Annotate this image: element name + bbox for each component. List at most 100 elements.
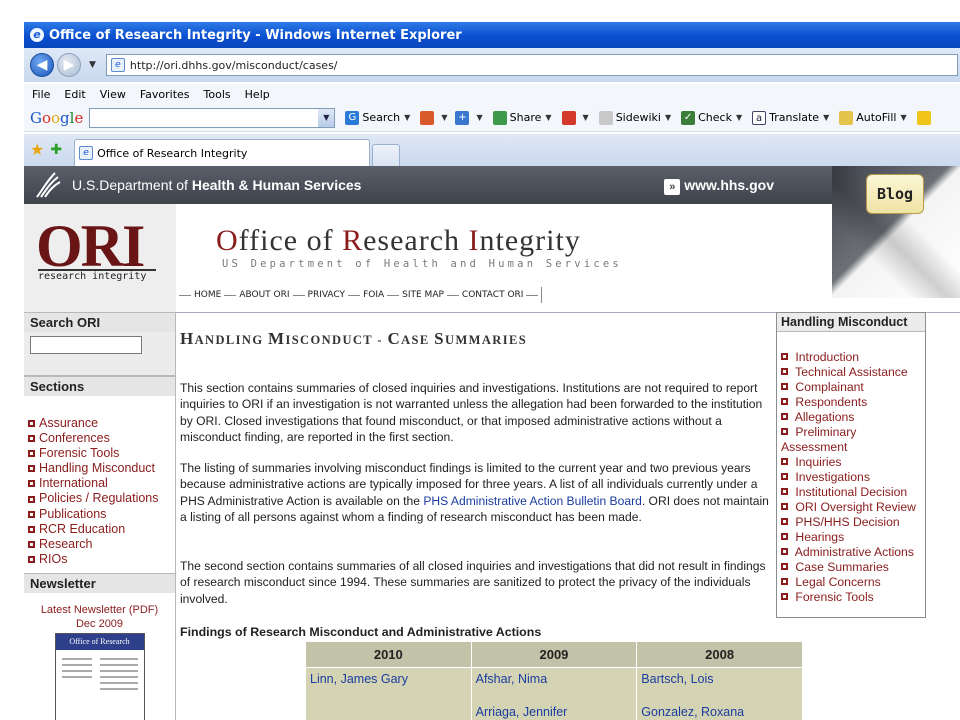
recent-pages-dropdown-icon[interactable]: ▼: [89, 60, 96, 70]
ori-logo-subtitle: research integrity: [38, 271, 147, 282]
site-title: Office of Research Integrity: [216, 224, 581, 257]
rlink-ori-oversight-review[interactable]: ORI Oversight Review: [781, 500, 925, 515]
sections-heading: Sections: [24, 376, 175, 396]
back-button[interactable]: ◀: [30, 53, 54, 77]
section-link-forensic-tools[interactable]: Forensic Tools: [28, 446, 175, 461]
menu-favorites[interactable]: Favorites: [140, 88, 190, 101]
handling-misconduct-heading: Handling Misconduct: [777, 313, 925, 332]
rlink-preliminary-assessment[interactable]: Preliminary Assessment: [781, 425, 925, 455]
url-field[interactable]: e http://ori.dhhs.gov/misconduct/cases/: [105, 54, 958, 76]
case-link[interactable]: Bartsch, Lois: [641, 671, 798, 687]
menu-view[interactable]: View: [100, 88, 126, 101]
nav-home[interactable]: HOME: [194, 290, 221, 300]
bullet-icon: [781, 428, 788, 436]
rlink-introduction[interactable]: Introduction: [781, 350, 925, 365]
section-link-conferences[interactable]: Conferences: [28, 431, 175, 446]
phs-bulletin-link[interactable]: PHS Administrative Action Bulletin Board: [423, 494, 641, 508]
ori-logo[interactable]: ORI: [36, 216, 145, 276]
bullet-icon: [781, 353, 788, 361]
new-tab-button[interactable]: [372, 144, 401, 166]
menu-help[interactable]: Help: [245, 88, 270, 101]
nav-about-ori[interactable]: ABOUT ORI: [239, 290, 289, 300]
favorites-star-icon[interactable]: ★: [30, 140, 44, 159]
rlink-forensic-tools[interactable]: Forensic Tools: [781, 590, 925, 605]
web-page: U.S.Department of Health & Human Service…: [24, 166, 960, 720]
forward-button[interactable]: ▶: [57, 53, 81, 77]
rlink-legal-concerns[interactable]: Legal Concerns: [781, 575, 925, 590]
google-search-button[interactable]: G Search ▼: [345, 110, 410, 125]
tab-office-of-research-integrity[interactable]: e Office of Research Integrity: [74, 139, 371, 166]
sidewiki-button[interactable]: Sidewiki ▼: [598, 110, 671, 125]
section-link-publications[interactable]: Publications: [28, 507, 175, 522]
noticeboard-button[interactable]: ▼: [561, 110, 589, 125]
ori-search-input[interactable]: [30, 336, 142, 354]
section-link-assurance[interactable]: Assurance: [28, 416, 175, 431]
rlink-hearings[interactable]: Hearings: [781, 530, 925, 545]
section-link-international[interactable]: International: [28, 476, 175, 491]
rlink-inquiries[interactable]: Inquiries: [781, 455, 925, 470]
toolbar-more-buttons[interactable]: ▼ + ▼: [420, 110, 483, 125]
section-link-rios[interactable]: RIOs: [28, 552, 175, 567]
bullet-icon: [781, 578, 788, 586]
nav-privacy[interactable]: PRIVACY: [308, 290, 346, 300]
rlink-complainant[interactable]: Complainant: [781, 380, 925, 395]
nav-site-map[interactable]: SITE MAP: [402, 290, 444, 300]
sections-list: Assurance Conferences Forensic Tools Han…: [24, 396, 175, 573]
highlight-button[interactable]: [916, 110, 934, 125]
block-icon: [561, 110, 576, 125]
bullet-icon: [28, 525, 35, 533]
menu-tools[interactable]: Tools: [204, 88, 231, 101]
google-search-input[interactable]: ▼: [89, 107, 336, 128]
nav-contact-ori[interactable]: CONTACT ORI: [462, 290, 524, 300]
left-sidebar: Search ORI Sections Assurance Conference…: [24, 312, 176, 720]
case-link[interactable]: Arriaga, Jennifer: [476, 704, 633, 720]
rlink-respondents[interactable]: Respondents: [781, 395, 925, 410]
spellcheck-button[interactable]: ✓ Check ▼: [681, 110, 742, 125]
rlink-institutional-decision[interactable]: Institutional Decision: [781, 485, 925, 500]
column-header-2008: 2008: [636, 641, 803, 668]
top-navigation: HOME ABOUT ORI PRIVACY FOIA SITE MAP CON…: [176, 287, 543, 303]
intro-paragraph-1: This section contains summaries of close…: [180, 381, 763, 444]
tab-bar: ★ ✚ e Office of Research Integrity: [24, 134, 960, 166]
bullet-icon: [781, 533, 788, 541]
section-link-policies[interactable]: Policies / Regulations: [28, 491, 175, 506]
case-link[interactable]: Afshar, Nima: [476, 671, 633, 687]
hhs-banner: U.S.Department of Health & Human Service…: [24, 166, 832, 204]
section-link-handling-misconduct[interactable]: Handling Misconduct: [28, 461, 175, 476]
share-button[interactable]: Share ▼: [492, 110, 552, 125]
blog-button[interactable]: Blog: [866, 174, 924, 214]
rlink-investigations[interactable]: Investigations: [781, 470, 925, 485]
newsletter-thumbnail[interactable]: Office of Research Integrity: [54, 632, 145, 720]
search-icon: G: [345, 110, 360, 125]
rlink-technical-assistance[interactable]: Technical Assistance: [781, 365, 925, 380]
chevron-down-icon[interactable]: ▼: [318, 108, 335, 127]
rlink-administrative-actions[interactable]: Administrative Actions: [781, 545, 925, 560]
main-content: HANDLING MISCONDUCT - CASE SUMMARIES Thi…: [180, 312, 803, 720]
window-titlebar: e Office of Research Integrity - Windows…: [24, 22, 960, 48]
hhs-link[interactable]: » www.hhs.gov: [664, 177, 774, 195]
case-summaries-table: 2010 2009 2008 Linn, James Gary Afshar, …: [305, 641, 803, 720]
section-link-rcr-education[interactable]: RCR Education: [28, 522, 175, 537]
bullet-icon: [28, 540, 35, 548]
rlink-phs-hhs-decision[interactable]: PHS/HHS Decision: [781, 515, 925, 530]
newsletter-link[interactable]: Latest Newsletter (PDF): [24, 603, 175, 617]
newsletter-date: Dec 2009: [75, 617, 124, 630]
rlink-case-summaries[interactable]: Case Summaries: [781, 560, 925, 575]
bullet-icon: [28, 435, 35, 443]
rlink-allegations[interactable]: Allegations: [781, 410, 925, 425]
bullet-icon: [781, 368, 788, 376]
nav-foia[interactable]: FOIA: [363, 290, 384, 300]
popup-blocker-icon: [420, 110, 435, 125]
google-toolbar: Google ▼ G Search ▼ ▼ + ▼ Share ▼ ▼ Sidewiki ▼…: [24, 104, 960, 132]
menu-edit[interactable]: Edit: [64, 88, 85, 101]
section-link-research[interactable]: Research: [28, 537, 175, 552]
autofill-button[interactable]: AutoFill ▼: [839, 110, 907, 125]
case-link[interactable]: Linn, James Gary: [310, 671, 467, 687]
table-cell: Linn, James Gary: [305, 667, 472, 720]
url-text: http://ori.dhhs.gov/misconduct/cases/: [129, 58, 338, 72]
add-favorites-icon[interactable]: ✚: [50, 142, 62, 158]
hhs-dept-label[interactable]: U.S.Department of Health & Human Service…: [72, 177, 361, 193]
case-link[interactable]: Gonzalez, Roxana: [641, 704, 798, 720]
menu-file[interactable]: File: [32, 88, 50, 101]
translate-button[interactable]: a Translate ▼: [752, 110, 829, 125]
